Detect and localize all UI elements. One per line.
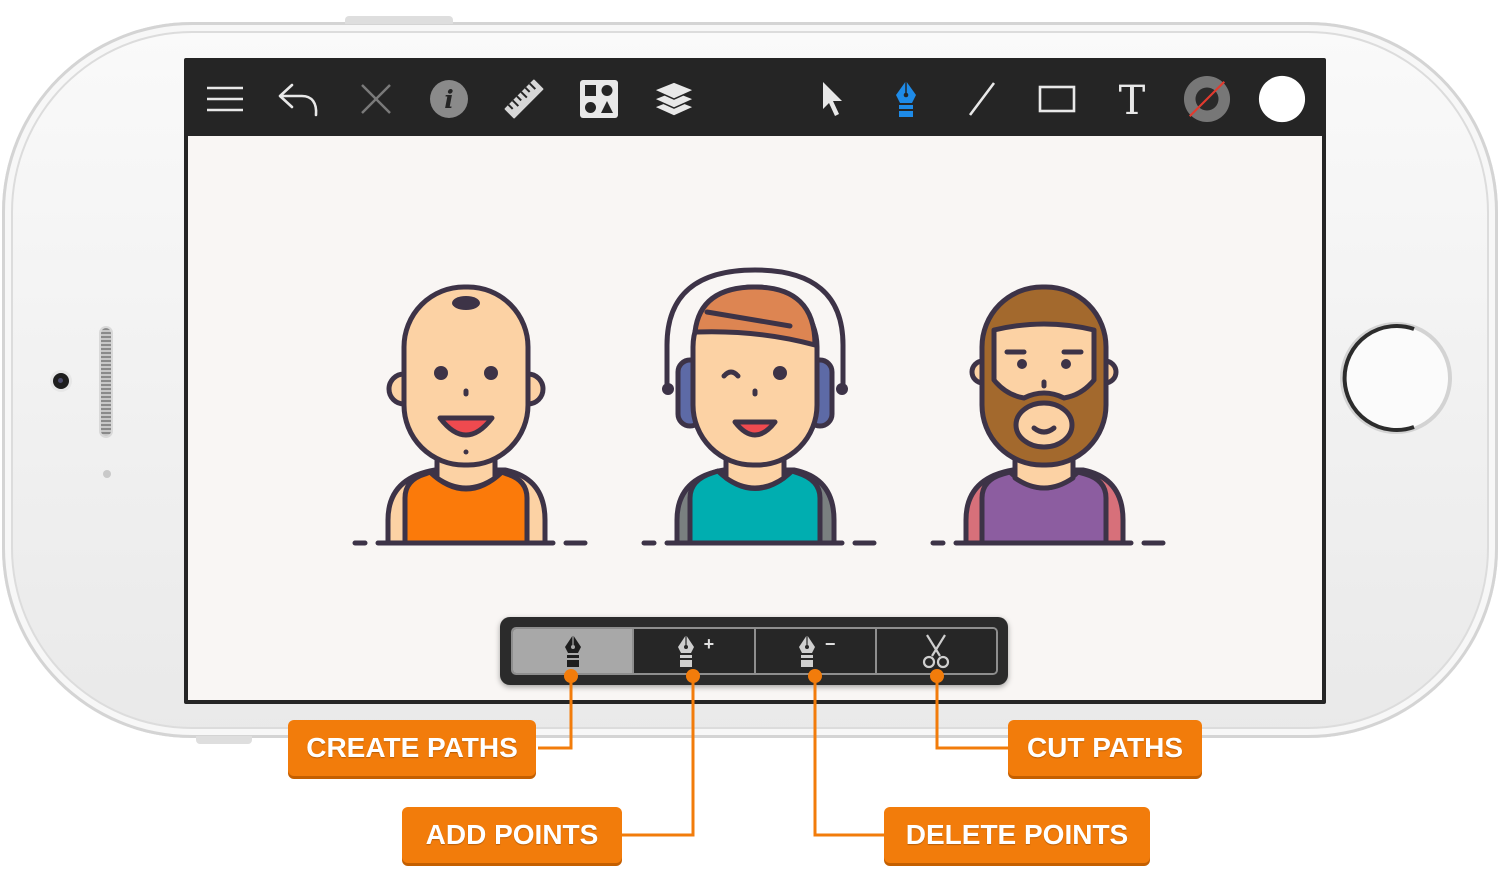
add-points-callout: ADD POINTS bbox=[402, 807, 622, 863]
delete-points-callout: DELETE POINTS bbox=[884, 807, 1150, 863]
pen-nib-minus-icon bbox=[798, 635, 815, 667]
pen-modes-segmented-control: + − bbox=[511, 627, 998, 675]
avatar-bearded bbox=[953, 284, 1134, 546]
scissors-icon bbox=[923, 634, 950, 669]
cut-paths-callout: CUT PATHS bbox=[1008, 720, 1202, 776]
delete-points-minus-sign: − bbox=[824, 633, 836, 654]
create-paths-callout: CREATE PATHS bbox=[288, 720, 536, 776]
create-paths-button[interactable] bbox=[513, 629, 635, 673]
pen-nib-icon bbox=[564, 635, 581, 667]
add-points-plus-sign: + bbox=[703, 633, 715, 654]
avatar-artwork bbox=[352, 267, 1166, 546]
delete-points-button[interactable]: − bbox=[755, 629, 877, 673]
add-points-button[interactable]: + bbox=[634, 629, 756, 673]
cut-paths-button[interactable] bbox=[876, 629, 996, 673]
pen-nib-plus-icon bbox=[677, 635, 694, 667]
avatar-baby bbox=[375, 284, 556, 546]
avatar-headphones bbox=[662, 267, 848, 546]
